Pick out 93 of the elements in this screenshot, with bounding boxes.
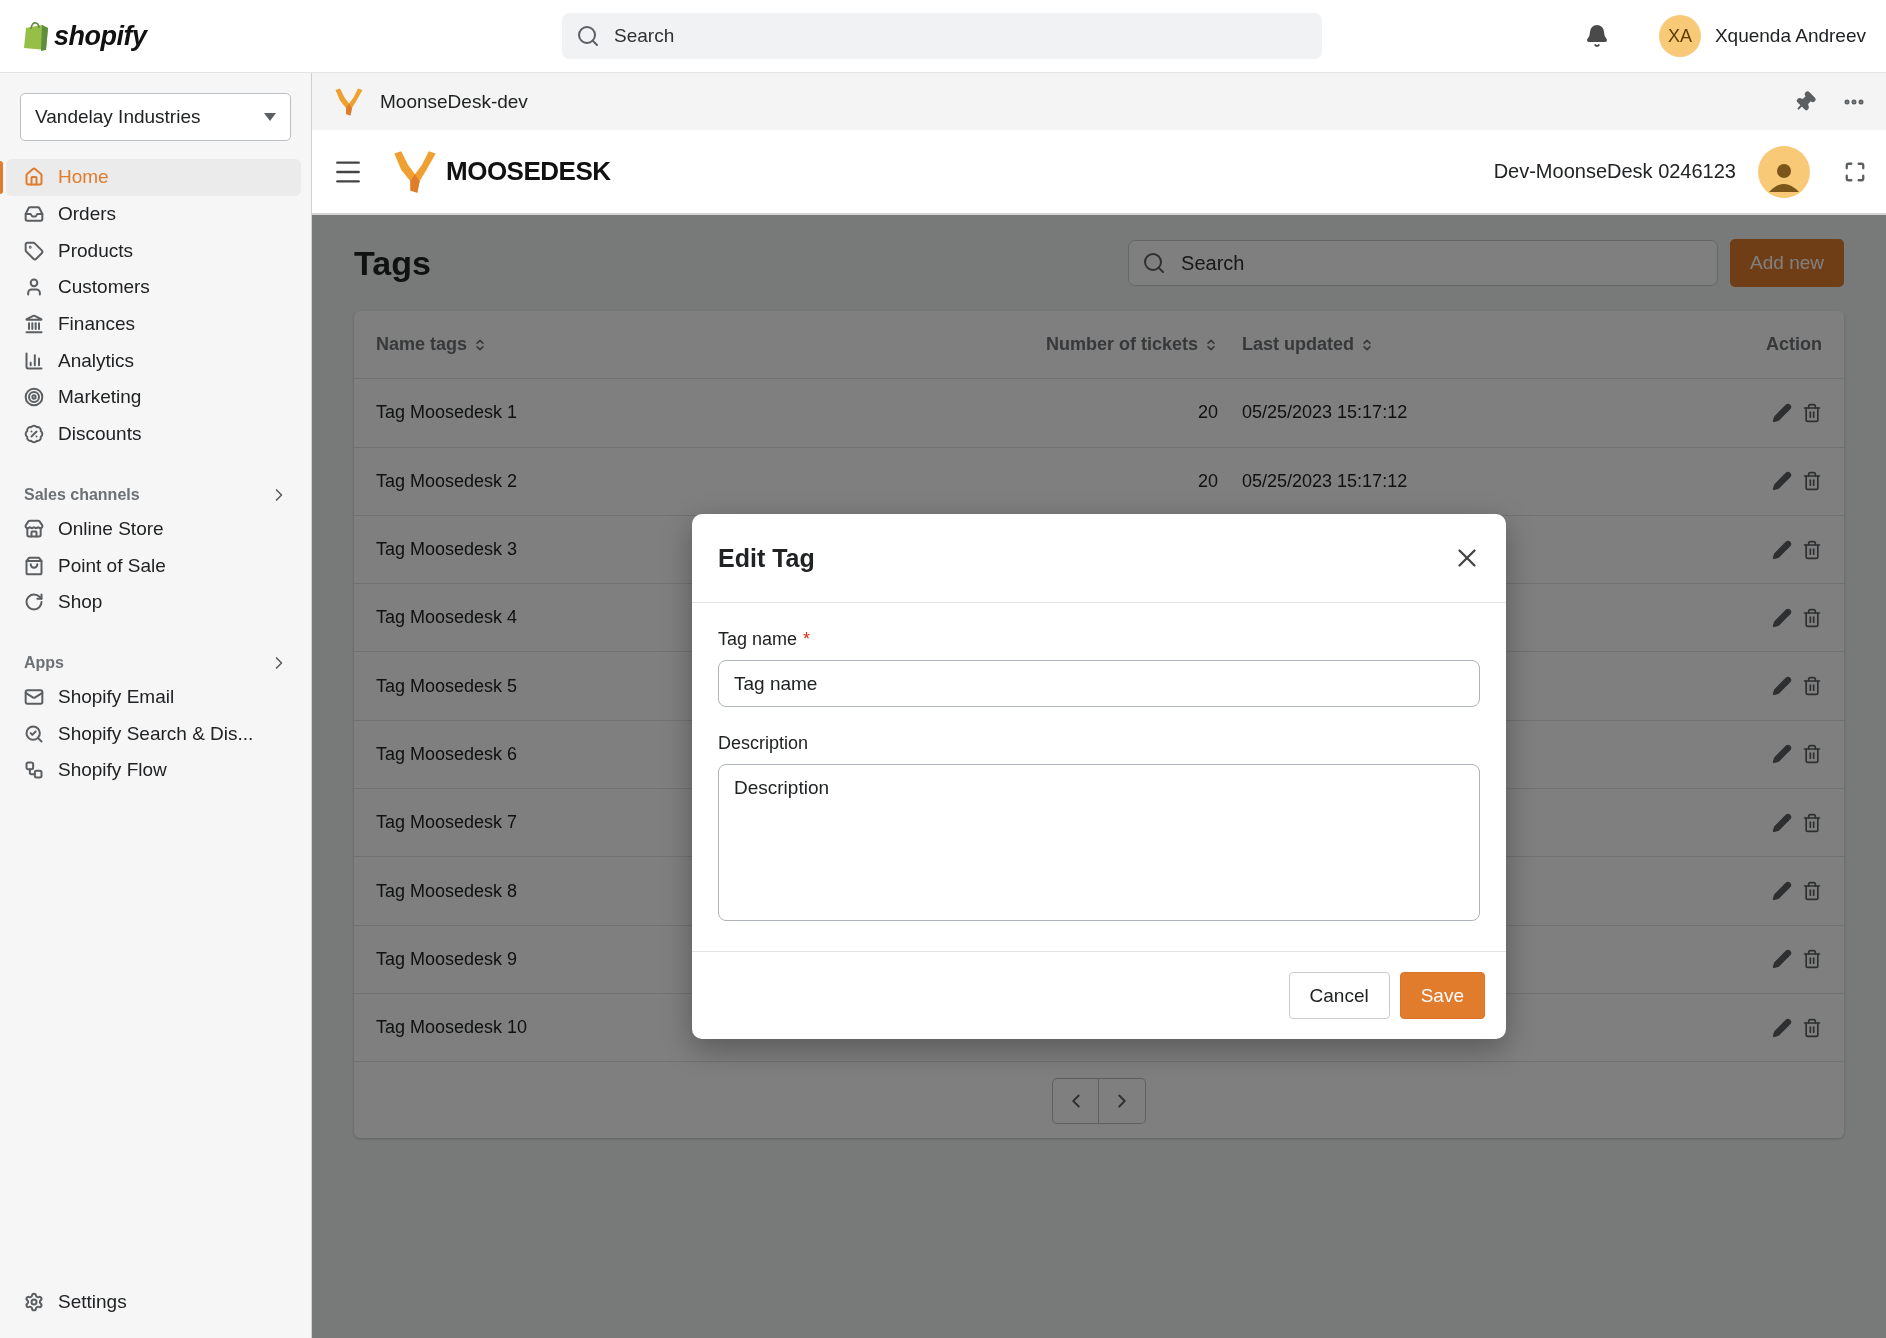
table-cell: Tag Moosedesk 5	[376, 675, 518, 697]
table-cell: Tag Moosedesk 4	[376, 607, 518, 629]
delete-icon[interactable]	[1802, 607, 1822, 628]
nav-item[interactable]: Shopify Flow	[6, 751, 301, 789]
nav-icon	[24, 204, 44, 225]
edit-icon[interactable]	[1772, 471, 1792, 492]
moose-logo-icon	[334, 86, 364, 117]
nav-icon	[24, 686, 44, 707]
fullscreen-icon[interactable]	[1844, 160, 1866, 183]
nav-item[interactable]: Shop	[6, 583, 301, 621]
field-label: Tag name	[718, 629, 798, 649]
nav-item[interactable]: Point of Sale	[6, 547, 301, 584]
table-cell: Tag Moosedesk 1	[376, 402, 518, 424]
table-cell: 20	[1197, 402, 1218, 424]
nav-item[interactable]: Settings	[6, 1283, 301, 1320]
edit-icon[interactable]	[1772, 744, 1792, 765]
nav-icon	[24, 760, 44, 781]
nav-item[interactable]: Analytics	[6, 342, 301, 380]
nav-item[interactable]: Products	[6, 232, 301, 270]
table-cell: 05/25/2023 15:17:12	[1242, 470, 1408, 492]
tag-name-field[interactable]: Tag name	[718, 660, 1480, 707]
table-cell: Tag Moosedesk 2	[376, 470, 518, 492]
search-field[interactable]: Search	[562, 13, 1322, 59]
page-title: Tags	[354, 243, 432, 283]
table-cell: 05/25/2023 15:17:12	[1242, 402, 1408, 424]
table-cell: Tag Moosedesk 6	[376, 743, 518, 765]
delete-icon[interactable]	[1802, 812, 1822, 833]
nav-item[interactable]: Shopify Email	[6, 678, 301, 716]
nav-item[interactable]: Orders	[6, 195, 301, 233]
nav-icon	[24, 314, 44, 335]
delete-icon[interactable]	[1802, 676, 1822, 697]
cancel-button[interactable]: Cancel	[1288, 972, 1390, 1019]
edit-icon[interactable]	[1772, 1017, 1792, 1038]
nav-item[interactable]: Discounts	[6, 415, 301, 453]
store-selector[interactable]: Vandelay Industries	[20, 93, 291, 141]
sort-icon	[1360, 337, 1374, 352]
edit-icon[interactable]	[1772, 812, 1792, 833]
nav-icon	[24, 555, 44, 576]
nav-item[interactable]: Finances	[6, 305, 301, 343]
nav-icon	[24, 387, 44, 408]
delete-icon[interactable]	[1802, 402, 1822, 423]
user-name: Xquenda Andreev	[1714, 25, 1866, 47]
user-avatar[interactable]: XA	[1658, 15, 1701, 57]
nav-icon	[24, 350, 44, 371]
search-icon	[1142, 251, 1167, 275]
delete-icon[interactable]	[1802, 881, 1822, 901]
nav-item[interactable]: Marketing	[6, 379, 301, 416]
edit-icon[interactable]	[1772, 676, 1792, 697]
nav-icon	[24, 1291, 44, 1312]
table-cell: Tag Moosedesk 9	[376, 948, 518, 970]
required-mark: *	[803, 629, 811, 649]
table-cell: Tag Moosedesk 7	[376, 812, 518, 834]
table-cell: 20	[1197, 470, 1218, 492]
nav-icon	[24, 592, 44, 613]
table-cell: Tag Moosedesk 10	[376, 1017, 528, 1039]
notification-bell-icon[interactable]	[1584, 24, 1609, 48]
moosedesk-logo: MOOSEDESK	[446, 156, 611, 187]
nav-icon	[24, 277, 44, 298]
description-field[interactable]: Description	[718, 764, 1480, 921]
edit-icon[interactable]	[1772, 539, 1792, 560]
caret-icon	[264, 113, 276, 121]
nav-icon	[24, 723, 44, 744]
edit-icon[interactable]	[1772, 949, 1792, 970]
shopping-bag-logo-icon	[22, 20, 50, 52]
nav-item[interactable]: Shopify Search & Dis...	[6, 715, 301, 752]
search-icon	[576, 24, 600, 48]
sort-icon	[1204, 337, 1218, 352]
nav-item[interactable]: Customers	[6, 269, 301, 306]
field-label: Description	[718, 733, 809, 753]
table-cell: Tag Moosedesk 8	[376, 880, 518, 902]
column-header: Action	[1765, 334, 1822, 356]
table-cell: Tag Moosedesk 3	[376, 539, 518, 561]
edit-icon[interactable]	[1772, 881, 1792, 901]
delete-icon[interactable]	[1802, 949, 1822, 970]
edit-icon[interactable]	[1772, 607, 1792, 628]
edit-icon[interactable]	[1772, 402, 1792, 423]
nav-icon	[24, 518, 44, 539]
app-title: MoonseDesk-dev	[380, 90, 528, 113]
delete-icon[interactable]	[1802, 539, 1822, 560]
search-field[interactable]: Search	[1128, 240, 1719, 286]
account-name: Dev-MoonseDesk 0246123	[1493, 160, 1736, 183]
avatar-icon[interactable]	[1758, 145, 1810, 198]
delete-icon[interactable]	[1802, 471, 1822, 492]
nav-icon	[24, 167, 44, 188]
delete-icon[interactable]	[1802, 744, 1822, 765]
nav-icon	[24, 240, 44, 261]
delete-icon[interactable]	[1802, 1017, 1822, 1038]
section-title: Sales channels	[24, 485, 140, 504]
nav-icon	[24, 424, 44, 445]
nav-item[interactable]: Online Store	[6, 510, 301, 548]
section-title: Apps	[24, 653, 64, 672]
brand-logo: shopify	[54, 20, 147, 52]
dialog-title: Edit Tag	[718, 543, 815, 573]
